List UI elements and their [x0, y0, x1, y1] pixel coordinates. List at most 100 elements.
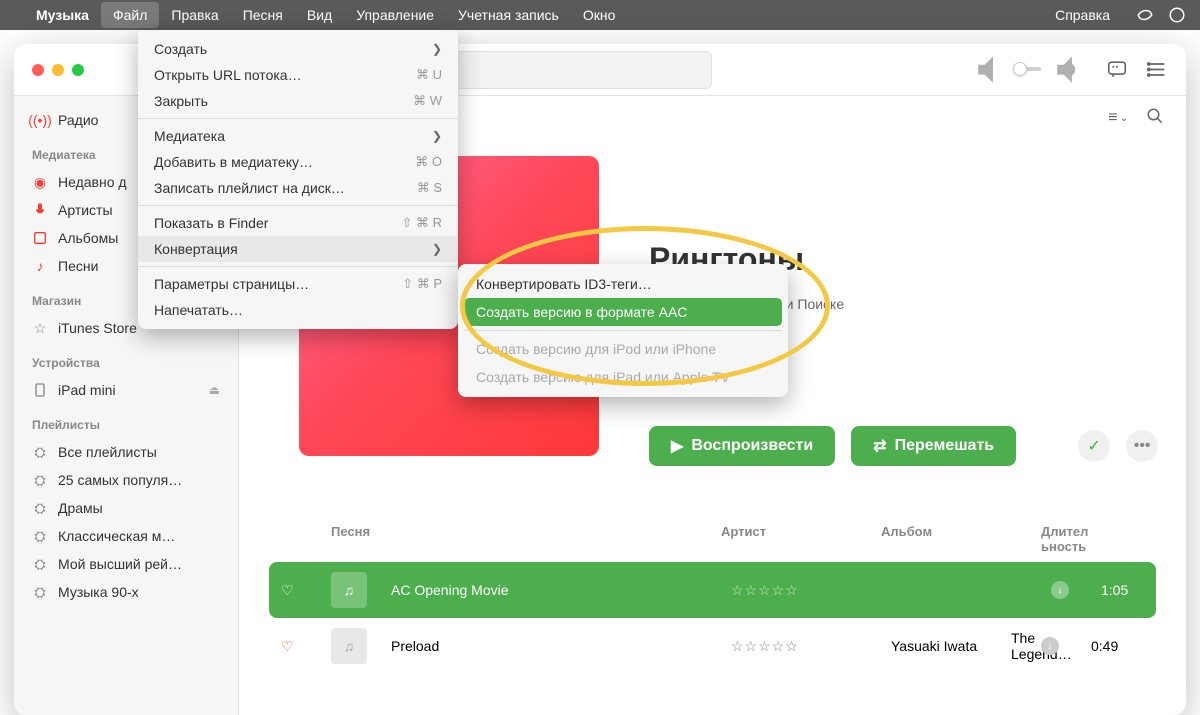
rating-stars[interactable]: ☆☆☆☆☆: [731, 582, 881, 599]
menu-item[interactable]: Записать плейлист на диск…⌘ S: [138, 175, 458, 201]
clock-icon: ◉: [32, 174, 48, 190]
minimize-button[interactable]: [52, 64, 64, 76]
track-title: AC Opening Movie: [391, 582, 721, 598]
track-duration: 0:49: [1091, 638, 1186, 654]
star-icon: ☆: [32, 320, 48, 336]
submenu-item: Создать версию для iPod или iPhone: [464, 335, 782, 363]
menu-account[interactable]: Учетная запись: [446, 2, 571, 28]
sidebar-item-label: Недавно д: [58, 174, 127, 190]
track-row[interactable]: ♡ ♫ Preload ☆☆☆☆☆ Yasuaki Iwata The Lege…: [269, 618, 1156, 674]
search-icon[interactable]: [1146, 107, 1164, 130]
playlist-icon: ⛭: [32, 444, 48, 460]
volume-slider[interactable]: [1017, 67, 1040, 71]
sidebar-item-label: Драмы: [58, 500, 103, 516]
col-artist[interactable]: Артист: [721, 524, 871, 554]
menu-item[interactable]: Конвертация❯: [138, 236, 458, 262]
sidebar-item-label: iPad mini: [58, 382, 116, 398]
menu-view[interactable]: Вид: [295, 2, 344, 28]
play-icon: ▶: [671, 436, 683, 456]
table-header: Песня Артист Альбом Длител ьность: [269, 516, 1156, 562]
ipad-icon: [32, 382, 48, 398]
sidebar-section-playlists: Плейлисты: [14, 404, 238, 438]
col-song[interactable]: Песня: [331, 524, 711, 554]
rating-stars[interactable]: ☆☆☆☆☆: [731, 638, 881, 655]
radio-icon: ((•)): [32, 112, 48, 128]
favorite-icon[interactable]: ♡: [281, 638, 321, 655]
album-icon: [32, 230, 48, 246]
sidebar-item-playlist[interactable]: ⛭ Все плейлисты: [14, 438, 238, 466]
submenu-item: Создать версию для iPad или Apple TV: [464, 363, 782, 391]
maximize-button[interactable]: [72, 64, 84, 76]
sidebar-item-label: Мой высший рей…: [58, 556, 182, 572]
volume-control[interactable]: [970, 50, 1088, 89]
menu-item[interactable]: Параметры страницы…⇧ ⌘ P: [138, 271, 458, 297]
track-title: Preload: [391, 638, 721, 654]
playlist-icon: ⛭: [32, 500, 48, 516]
track-duration: 1:05: [1101, 582, 1151, 598]
more-button[interactable]: •••: [1126, 430, 1158, 462]
playlist-icon: ⛭: [32, 584, 48, 600]
shuffle-icon: ⇄: [873, 436, 886, 456]
sidebar-item-ipad[interactable]: iPad mini ⏏: [14, 376, 238, 404]
sidebar-item-playlist[interactable]: ⛭ Музыка 90-х: [14, 578, 238, 606]
volume-high-icon: [1049, 50, 1088, 89]
col-album[interactable]: Альбом: [881, 524, 1031, 554]
note-icon: ♪: [32, 258, 48, 274]
menu-help[interactable]: Справка: [1043, 2, 1122, 28]
menu-item[interactable]: Медиатека❯: [138, 123, 458, 149]
menu-file[interactable]: Файл: [101, 2, 159, 28]
sidebar-radio-label: Радио: [58, 112, 98, 128]
menu-item[interactable]: Показать в Finder⇧ ⌘ R: [138, 210, 458, 236]
volume-low-icon: [970, 50, 1009, 89]
favorite-icon[interactable]: ♡: [281, 582, 321, 599]
menu-item[interactable]: Закрыть⌘ W: [138, 88, 458, 114]
menu-item[interactable]: Напечатать…: [138, 297, 458, 323]
track-table: Песня Артист Альбом Длител ьность ♡ ♫ AC…: [269, 516, 1156, 674]
sidebar-item-label: Музыка 90-х: [58, 584, 139, 600]
shuffle-label: Перемешать: [895, 437, 995, 455]
system-menubar: Музыка Файл Правка Песня Вид Управление …: [0, 0, 1200, 30]
sort-icon[interactable]: ≡ ⌄: [1108, 109, 1128, 127]
app-name[interactable]: Музыка: [24, 2, 101, 28]
sidebar-item-playlist[interactable]: ⛭ 25 самых популя…: [14, 466, 238, 494]
menu-edit[interactable]: Правка: [159, 2, 230, 28]
check-button[interactable]: ✓: [1078, 430, 1110, 462]
menu-window[interactable]: Окно: [571, 2, 628, 28]
download-icon[interactable]: ↓: [1051, 581, 1069, 599]
file-menu-dropdown: Создать❯Открыть URL потока…⌘ UЗакрыть⌘ W…: [138, 30, 458, 329]
close-button[interactable]: [32, 64, 44, 76]
lyrics-icon[interactable]: [1106, 57, 1128, 82]
sidebar-item-label: Классическая м…: [58, 528, 175, 544]
shuffle-button[interactable]: ⇄ Перемешать: [851, 426, 1016, 466]
mic-icon: [32, 202, 48, 218]
sidebar-section-devices: Устройства: [14, 342, 238, 376]
play-button[interactable]: ▶ Воспроизвести: [649, 426, 835, 466]
menu-item[interactable]: Открыть URL потока…⌘ U: [138, 62, 458, 88]
list-icon[interactable]: [1146, 57, 1168, 82]
sidebar-item-playlist[interactable]: ⛭ Драмы: [14, 494, 238, 522]
sidebar-item-label: Альбомы: [58, 230, 118, 246]
play-label: Воспроизвести: [691, 437, 813, 455]
menu-item[interactable]: Добавить в медиатеку…⌘ O: [138, 149, 458, 175]
track-row[interactable]: ♡ ♫ AC Opening Movie ☆☆☆☆☆ ↓ 1:05 •••: [269, 562, 1156, 618]
playlist-icon: ⛭: [32, 472, 48, 488]
download-icon[interactable]: ↓: [1041, 637, 1059, 655]
playlist-icon: ⛭: [32, 528, 48, 544]
sidebar-item-playlist[interactable]: ⛭ Классическая м…: [14, 522, 238, 550]
more-icon[interactable]: •••: [1161, 582, 1186, 598]
submenu-item[interactable]: Конвертировать ID3-теги…: [464, 270, 782, 298]
sidebar-item-label: Все плейлисты: [58, 444, 157, 460]
menu-controls[interactable]: Управление: [344, 2, 446, 28]
convert-submenu: Конвертировать ID3-теги…Создать версию в…: [458, 264, 788, 397]
eject-icon[interactable]: ⏏: [209, 383, 220, 397]
window-controls: [32, 64, 84, 76]
playlist-icon: ⛭: [32, 556, 48, 572]
leaf-icon[interactable]: [1136, 6, 1154, 24]
col-duration[interactable]: Длител ьность: [1041, 524, 1131, 554]
sidebar-item-label: 25 самых популя…: [58, 472, 182, 488]
status-icon[interactable]: [1168, 6, 1186, 24]
menu-item[interactable]: Создать❯: [138, 36, 458, 62]
submenu-item[interactable]: Создать версию в формате AAC: [464, 298, 782, 326]
sidebar-item-playlist[interactable]: ⛭ Мой высший рей…: [14, 550, 238, 578]
menu-song[interactable]: Песня: [231, 2, 295, 28]
